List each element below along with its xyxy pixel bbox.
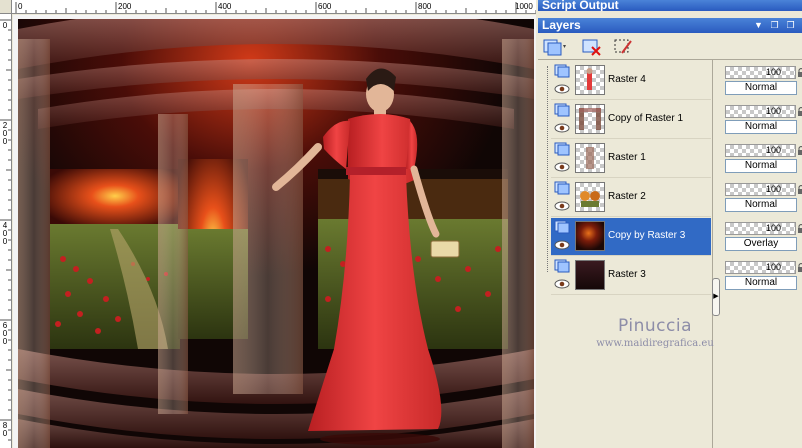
layer-thumbnail[interactable]	[575, 182, 605, 212]
lock-icon[interactable]	[798, 106, 802, 116]
lock-icon[interactable]	[798, 223, 802, 233]
layer-row[interactable]: Raster 2	[551, 179, 711, 217]
layer-mask-icon[interactable]	[554, 259, 570, 273]
blend-mode-select[interactable]: Normal	[725, 159, 797, 173]
layer-mask-icon[interactable]	[554, 142, 570, 156]
new-layer-button[interactable]	[542, 37, 566, 57]
layer-name[interactable]: Raster 2	[608, 191, 646, 202]
horizontal-ruler[interactable]: 0 200 400 600 800 1000	[12, 0, 536, 14]
tree-connector	[547, 66, 548, 272]
visibility-eye-icon[interactable]	[554, 123, 570, 133]
opacity-slider[interactable]: 100	[725, 66, 796, 79]
layer-properties-row: 100 Overlay	[723, 220, 802, 256]
opacity-slider[interactable]: 100	[725, 183, 796, 196]
delete-layer-button[interactable]	[580, 37, 604, 57]
opacity-value: 100	[765, 67, 781, 77]
expand-arrow-icon[interactable]: ▶	[712, 278, 720, 316]
layers-title: Layers	[542, 18, 581, 32]
artwork-canvas[interactable]	[18, 19, 534, 448]
visibility-eye-icon[interactable]	[554, 201, 570, 211]
opacity-slider[interactable]: 100	[725, 261, 796, 274]
restore-icon[interactable]: ❐	[769, 20, 780, 31]
blend-mode-select[interactable]: Normal	[725, 198, 797, 212]
layers-titlebar[interactable]: Layers ▼ ❐ ❐	[538, 18, 802, 33]
layer-name[interactable]: Raster 1	[608, 152, 646, 163]
visibility-eye-icon[interactable]	[554, 240, 570, 250]
lock-icon[interactable]	[798, 145, 802, 155]
layer-name[interactable]: Raster 3	[608, 269, 646, 280]
pin-icon[interactable]: ▼	[753, 20, 764, 31]
script-output-titlebar[interactable]: Script Output	[538, 0, 802, 11]
layer-properties-row: 100 Normal	[723, 64, 802, 100]
panel-splitter[interactable]	[712, 60, 720, 448]
lock-icon[interactable]	[798, 67, 802, 77]
layer-row[interactable]: Raster 3	[551, 257, 711, 295]
layer-row[interactable]: Raster 1	[551, 140, 711, 178]
edit-selection-icon	[614, 39, 632, 54]
ruler-ticks	[0, 19, 11, 441]
layer-name[interactable]: Copy of Raster 1	[608, 113, 683, 124]
watermark-url: www.maidiregrafica.eu	[596, 338, 714, 349]
layer-thumbnail[interactable]	[575, 143, 605, 173]
opacity-value: 100	[765, 223, 781, 233]
opacity-slider[interactable]: 100	[725, 144, 796, 157]
opacity-value: 100	[765, 106, 781, 116]
delete-layer-icon	[582, 39, 601, 56]
layer-thumbnail[interactable]	[575, 65, 605, 95]
canvas-area[interactable]	[13, 15, 536, 448]
layer-thumbnail[interactable]	[575, 104, 605, 134]
layer-row[interactable]: Copy of Raster 1	[551, 101, 711, 139]
layer-thumbnail[interactable]	[575, 221, 605, 251]
opacity-slider[interactable]: 100	[725, 222, 796, 235]
ruler-ticks	[15, 2, 536, 13]
watermark-name: Pinuccia	[618, 316, 692, 336]
script-output-title: Script Output	[542, 0, 619, 11]
vertical-ruler[interactable]: 0 2 0 0 4 0 0 6 0 0 8 0	[0, 14, 12, 448]
app-window: 0 200 400 600 800 1000 0 2 0 0 4 0 0 6 0…	[0, 0, 802, 448]
blend-mode-select[interactable]: Normal	[725, 276, 797, 290]
lock-icon[interactable]	[798, 262, 802, 272]
opacity-value: 100	[765, 145, 781, 155]
layer-properties-row: 100 Normal	[723, 259, 802, 295]
layer-mask-icon[interactable]	[554, 64, 570, 78]
layer-properties-row: 100 Normal	[723, 181, 802, 217]
opacity-value: 100	[765, 184, 781, 194]
watermark: Pinuccia www.maidiregrafica.eu	[580, 316, 730, 349]
layer-row[interactable]: Copy by Raster 3	[551, 218, 711, 256]
new-layer-icon	[543, 39, 566, 56]
lock-icon[interactable]	[798, 184, 802, 194]
layer-name[interactable]: Copy by Raster 3	[608, 230, 685, 241]
opacity-slider[interactable]: 100	[725, 105, 796, 118]
opacity-value: 100	[765, 262, 781, 272]
close-icon[interactable]: ❐	[785, 20, 796, 31]
visibility-eye-icon[interactable]	[554, 84, 570, 94]
layers-toolbar	[538, 33, 802, 60]
layer-mask-icon[interactable]	[554, 220, 570, 234]
layer-properties-row: 100 Normal	[723, 103, 802, 139]
layer-thumbnail[interactable]	[575, 260, 605, 290]
ruler-corner	[0, 0, 12, 14]
layer-row[interactable]: Raster 4	[551, 62, 711, 100]
layer-properties-row: 100 Normal	[723, 142, 802, 178]
artwork-image	[18, 19, 534, 448]
edit-selection-button[interactable]	[612, 37, 636, 57]
layer-mask-icon[interactable]	[554, 181, 570, 195]
blend-mode-select[interactable]: Overlay	[725, 237, 797, 251]
visibility-eye-icon[interactable]	[554, 162, 570, 172]
blend-mode-select[interactable]: Normal	[725, 81, 797, 95]
visibility-eye-icon[interactable]	[554, 279, 570, 289]
layer-name[interactable]: Raster 4	[608, 74, 646, 85]
blend-mode-select[interactable]: Normal	[725, 120, 797, 134]
layer-mask-icon[interactable]	[554, 103, 570, 117]
